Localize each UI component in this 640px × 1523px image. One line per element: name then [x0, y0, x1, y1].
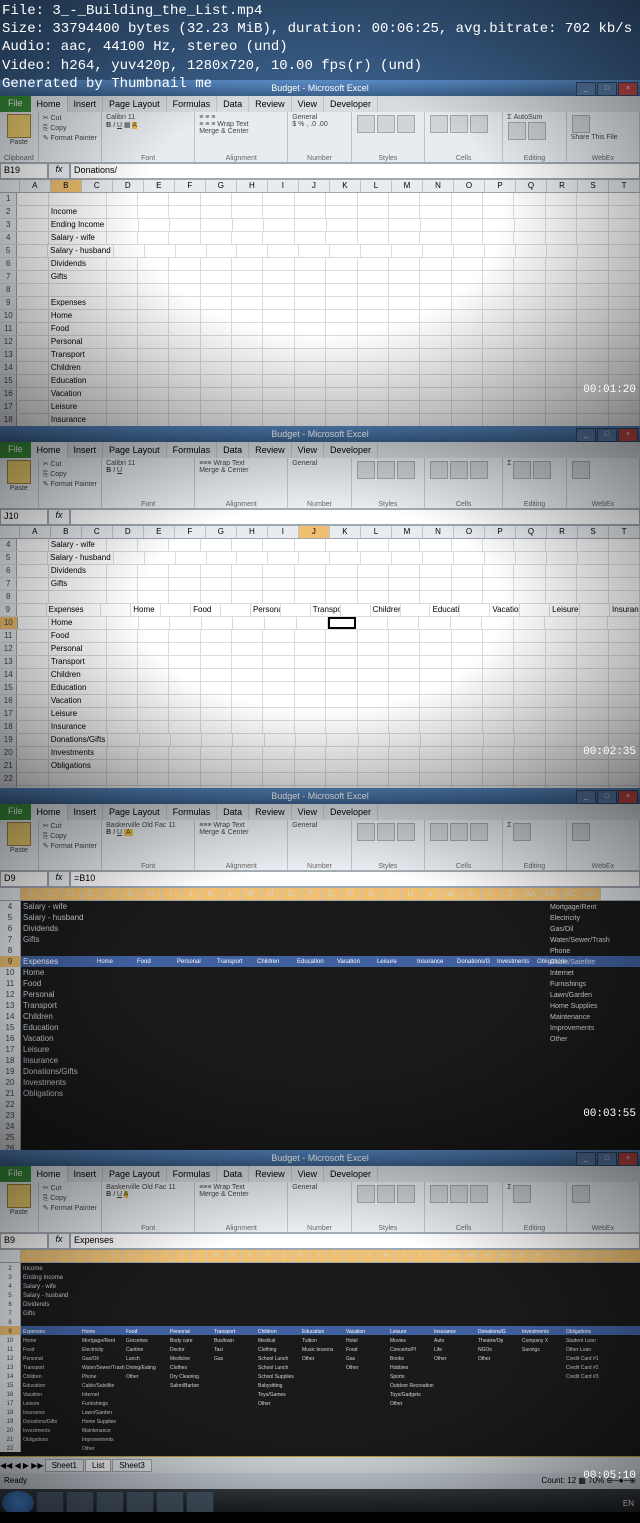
font-name[interactable]: Calibri — [106, 114, 126, 121]
tab-home[interactable]: Home — [31, 442, 68, 458]
name-box[interactable]: J10 — [0, 509, 48, 525]
formula-bar[interactable]: =B10 — [70, 871, 640, 887]
merge-center[interactable]: Merge & Center — [199, 128, 248, 135]
minimize-button[interactable]: _ — [576, 428, 596, 442]
paste-icon[interactable] — [7, 460, 31, 484]
file-tab[interactable]: File — [0, 96, 31, 112]
timestamp: 00:03:55 — [583, 1108, 636, 1120]
tab-review[interactable]: Review — [249, 96, 292, 112]
maximize-button[interactable]: □ — [597, 428, 617, 442]
delete-cells-icon[interactable] — [450, 115, 468, 133]
fx-button[interactable]: fx — [48, 163, 70, 179]
tab-insert[interactable]: Insert — [68, 442, 104, 458]
file-tab[interactable]: File — [0, 442, 31, 458]
cell-styles-icon[interactable] — [397, 115, 415, 133]
fx-button[interactable]: fx — [48, 509, 70, 525]
autosum-button[interactable]: AutoSum — [514, 114, 543, 121]
thumbnail-frame-3: Budget - Microsoft Excel_□× FileHomeInse… — [0, 788, 640, 1150]
worksheet[interactable]: BCDEFGHIJKLMNOPQRSTUVWXYZAAABACAD 4Salar… — [0, 888, 640, 1150]
timestamp: 00:05:10 — [583, 1470, 636, 1482]
tab-data[interactable]: Data — [217, 96, 249, 112]
window-title: Budget - Microsoft Excel_□× — [0, 426, 640, 442]
cut-button[interactable]: Cut — [51, 115, 62, 122]
tab-page-layout[interactable]: Page Layout — [103, 442, 167, 458]
name-box[interactable]: D9 — [0, 871, 48, 887]
format-painter-button[interactable]: Format Painter — [51, 135, 97, 142]
file-tab[interactable]: File — [0, 1166, 31, 1182]
tab-formulas[interactable]: Formulas — [167, 442, 218, 458]
worksheet[interactable]: ABCDEFGHIJKLMNOPQRST 4Salary - wife5Sala… — [0, 526, 640, 788]
ribbon-tabs: File Home Insert Page Layout Formulas Da… — [0, 96, 640, 112]
find-select-icon[interactable] — [528, 122, 546, 140]
paste-icon[interactable] — [7, 114, 31, 138]
name-box[interactable]: B9 — [0, 1233, 48, 1249]
tab-view[interactable]: View — [292, 442, 324, 458]
file-tab[interactable]: File — [0, 804, 31, 820]
start-button[interactable] — [2, 1491, 34, 1512]
copy-button[interactable]: Copy — [50, 125, 66, 132]
tab-insert[interactable]: Insert — [68, 96, 104, 112]
worksheet[interactable]: ABCDEFGHIJKLMNOPQRST 12Income3Ending Inc… — [0, 180, 640, 426]
status-mode: Ready — [4, 1473, 27, 1489]
tab-developer[interactable]: Developer — [324, 442, 378, 458]
wrap-text[interactable]: Wrap Text — [217, 121, 248, 128]
formula-bar[interactable]: Expenses — [70, 1233, 640, 1249]
tab-home[interactable]: Home — [31, 804, 68, 820]
formula-bar[interactable]: Donations/ — [70, 163, 640, 179]
format-cells-icon[interactable] — [470, 115, 488, 133]
conditional-formatting-icon[interactable] — [357, 115, 375, 133]
font-size[interactable]: 11 — [128, 114, 135, 121]
worksheet[interactable]: BCDEFGHIJKLMNOPQRSTUVWXYZAAABACADAEAFAGA… — [0, 1250, 640, 1457]
paste-button[interactable]: Paste — [10, 139, 28, 146]
tab-review[interactable]: Review — [249, 442, 292, 458]
insert-cells-icon[interactable] — [430, 115, 448, 133]
formula-bar[interactable] — [70, 509, 640, 525]
tab-home[interactable]: Home — [31, 96, 68, 112]
share-file-icon[interactable] — [572, 115, 590, 133]
count-status: Count: 12 — [541, 1476, 576, 1485]
sort-filter-icon[interactable] — [508, 122, 526, 140]
name-box[interactable]: B19 — [0, 163, 48, 179]
thumbnail-frame-2: Budget - Microsoft Excel_□× FileHomeInse… — [0, 426, 640, 788]
close-button[interactable]: × — [618, 428, 638, 442]
tab-view[interactable]: View — [292, 96, 324, 112]
video-overlay: File: 3_-_Building_the_List.mp4 Size: 33… — [2, 2, 632, 93]
fx-button[interactable]: fx — [48, 1233, 70, 1249]
format-table-icon[interactable] — [377, 115, 395, 133]
thumbnail-frame-4: Budget - Microsoft Excel_□× FileHomeInse… — [0, 1150, 640, 1512]
tab-page-layout[interactable]: Page Layout — [103, 96, 167, 112]
fx-button[interactable]: fx — [48, 871, 70, 887]
timestamp: 00:02:35 — [583, 746, 636, 758]
tab-formulas[interactable]: Formulas — [167, 96, 218, 112]
tab-developer[interactable]: Developer — [324, 96, 378, 112]
number-format[interactable]: General — [292, 114, 317, 121]
timestamp: 00:01:20 — [583, 384, 636, 396]
tab-data[interactable]: Data — [217, 442, 249, 458]
